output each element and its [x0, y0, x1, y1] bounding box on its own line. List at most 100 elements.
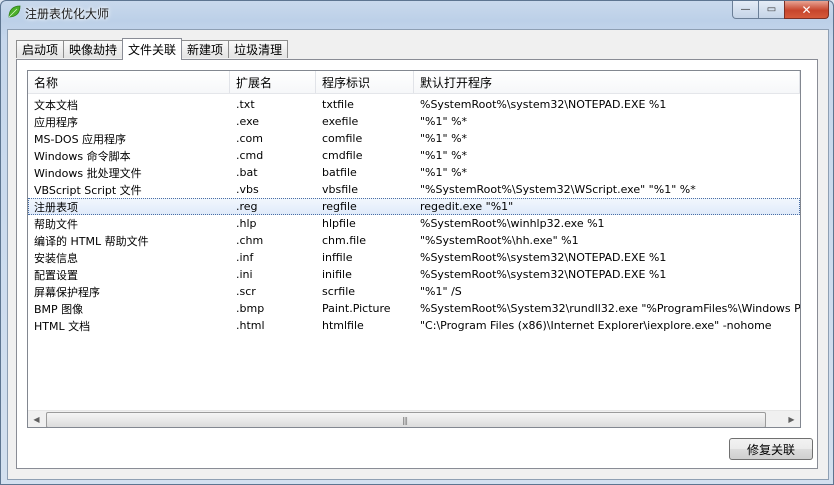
table-row[interactable]: 应用程序 .exe exefile "%1" %*: [28, 113, 800, 130]
scroll-right-button[interactable]: ▶: [783, 411, 800, 427]
cell-default-program: %SystemRoot%\winhlp32.exe %1: [420, 217, 605, 230]
table-row[interactable]: Windows 批处理文件 .bat batfile "%1" %*: [28, 164, 800, 181]
column-header-name[interactable]: 名称: [28, 71, 230, 93]
minimize-button[interactable]: —: [732, 1, 759, 19]
cell-name: BMP 图像: [34, 302, 84, 316]
scroll-left-button[interactable]: ◀: [28, 411, 45, 427]
cell-extension: .com: [236, 132, 263, 145]
scrollbar-thumb[interactable]: |||: [46, 412, 766, 427]
table-row[interactable]: 帮助文件 .hlp hlpfile %SystemRoot%\winhlp32.exe…: [28, 215, 800, 232]
cell-name: MS-DOS 应用程序: [34, 132, 127, 146]
cell-extension: .cmd: [236, 149, 264, 162]
column-header-progid[interactable]: 程序标识: [316, 71, 414, 93]
table-row[interactable]: 配置设置 .ini inifile %SystemRoot%\system32\NOT…: [28, 266, 800, 283]
tab-file-association[interactable]: 文件关联: [122, 38, 183, 60]
cell-progid: scrfile: [322, 285, 356, 298]
cell-default-program: "%1" %*: [420, 132, 468, 145]
minimize-icon: —: [740, 4, 751, 15]
table-row[interactable]: 编译的 HTML 帮助文件 .chm chm.file "%SystemRoot%\h…: [28, 232, 800, 249]
cell-extension: .inf: [236, 251, 254, 264]
cell-progid: vbsfile: [322, 183, 358, 196]
cell-extension: .vbs: [236, 183, 259, 196]
tab-image-hijack[interactable]: 映像劫持: [63, 40, 124, 58]
cell-progid: Paint.Picture: [322, 302, 391, 315]
list-header: 名称 扩展名 程序标识 默认打开程序: [28, 71, 800, 94]
tab-startup[interactable]: 启动项: [16, 40, 65, 58]
horizontal-scrollbar[interactable]: ◀ ||| ▶: [28, 410, 800, 427]
cell-progid: hlpfile: [322, 217, 356, 230]
table-row[interactable]: 安装信息 .inf inffile %SystemRoot%\system32\NOT…: [28, 249, 800, 266]
cell-progid: chm.file: [322, 234, 366, 247]
cell-extension: .txt: [236, 98, 255, 111]
cell-name: 安装信息: [34, 251, 78, 265]
leaf-icon: [8, 5, 21, 18]
table-row[interactable]: 屏幕保护程序 .scr scrfile "%1" /S: [28, 283, 800, 300]
cell-name: HTML 文档: [34, 319, 91, 333]
arrow-left-icon: ◀: [33, 415, 40, 424]
table-row[interactable]: 注册表项 .reg regfile regedit.exe "%1": [28, 198, 800, 215]
cell-extension: .ini: [236, 268, 253, 281]
app-window: 注册表优化大师 — ▭ ✕ 启动项 映像劫持 文件关联 新建项 垃圾清理 名称 …: [0, 0, 834, 485]
cell-default-program: "C:\Program Files (x86)\Internet Explore…: [420, 319, 772, 332]
cell-progid: regfile: [322, 200, 357, 213]
cell-default-program: "%SystemRoot%\System32\WScript.exe" "%1"…: [420, 183, 696, 196]
arrow-right-icon: ▶: [788, 415, 795, 424]
cell-default-program: %SystemRoot%\system32\NOTEPAD.EXE %1: [420, 98, 667, 111]
cell-extension: .html: [236, 319, 265, 332]
title-bar[interactable]: 注册表优化大师 — ▭ ✕: [1, 1, 833, 25]
list-rows: 文本文档 .txt txtfile %SystemRoot%\system32\NOT…: [28, 96, 800, 334]
cell-progid: htmlfile: [322, 319, 364, 332]
table-row[interactable]: BMP 图像 .bmp Paint.Picture %SystemRoot%\Syst…: [28, 300, 800, 317]
table-row[interactable]: 文本文档 .txt txtfile %SystemRoot%\system32\NOT…: [28, 96, 800, 113]
cell-default-program: "%1" %*: [420, 149, 468, 162]
grip-icon: |||: [402, 416, 408, 425]
cell-default-program: "%1" /S: [420, 285, 462, 298]
cell-name: Windows 命令脚本: [34, 149, 131, 163]
cell-name: 编译的 HTML 帮助文件: [34, 234, 149, 248]
window-title: 注册表优化大师: [25, 7, 110, 21]
cell-extension: .bmp: [236, 302, 265, 315]
cell-name: 注册表项: [34, 200, 78, 214]
table-row[interactable]: Windows 命令脚本 .cmd cmdfile "%1" %*: [28, 147, 800, 164]
tab-new-item[interactable]: 新建项: [181, 40, 230, 58]
tab-junk-cleanup[interactable]: 垃圾清理: [228, 40, 289, 58]
cell-progid: cmdfile: [322, 149, 363, 162]
cell-progid: inifile: [322, 268, 352, 281]
cell-progid: exefile: [322, 115, 359, 128]
cell-extension: .bat: [236, 166, 258, 179]
table-row[interactable]: HTML 文档 .html htmlfile "C:\Program Files (x…: [28, 317, 800, 334]
cell-default-program: "%SystemRoot%\hh.exe" %1: [420, 234, 579, 247]
cell-extension: .chm: [236, 234, 264, 247]
file-association-list[interactable]: 名称 扩展名 程序标识 默认打开程序 文本文档 .txt txtfile %Syste…: [27, 70, 801, 428]
cell-default-program: %SystemRoot%\system32\NOTEPAD.EXE %1: [420, 268, 667, 281]
cell-progid: txtfile: [322, 98, 354, 111]
cell-extension: .reg: [236, 200, 258, 213]
cell-name: VBScript Script 文件: [34, 183, 142, 197]
cell-default-program: "%1" %*: [420, 166, 468, 179]
cell-default-program: "%1" %*: [420, 115, 468, 128]
cell-extension: .exe: [236, 115, 260, 128]
table-row[interactable]: VBScript Script 文件 .vbs vbsfile "%SystemRoo…: [28, 181, 800, 198]
maximize-button[interactable]: ▭: [758, 1, 785, 19]
maximize-icon: ▭: [766, 4, 777, 15]
cell-name: 配置设置: [34, 268, 78, 282]
cell-extension: .scr: [236, 285, 256, 298]
client-area: 启动项 映像劫持 文件关联 新建项 垃圾清理 名称 扩展名 程序标识 默认打开程…: [7, 29, 829, 480]
column-header-extension[interactable]: 扩展名: [230, 71, 316, 93]
table-row[interactable]: MS-DOS 应用程序 .com comfile "%1" %*: [28, 130, 800, 147]
cell-progid: comfile: [322, 132, 363, 145]
cell-extension: .hlp: [236, 217, 257, 230]
cell-name: Windows 批处理文件: [34, 166, 142, 180]
repair-association-button[interactable]: 修复关联: [729, 438, 813, 460]
close-button[interactable]: ✕: [784, 1, 829, 19]
cell-progid: inffile: [322, 251, 353, 264]
cell-default-program: %SystemRoot%\system32\NOTEPAD.EXE %1: [420, 251, 667, 264]
tab-panel: 名称 扩展名 程序标识 默认打开程序 文本文档 .txt txtfile %Syste…: [16, 59, 818, 469]
cell-default-program: regedit.exe "%1": [420, 200, 514, 213]
column-header-default-program[interactable]: 默认打开程序: [414, 71, 800, 93]
cell-name: 文本文档: [34, 98, 78, 112]
close-icon: ✕: [801, 2, 812, 17]
cell-name: 帮助文件: [34, 217, 78, 231]
cell-name: 应用程序: [34, 115, 78, 129]
cell-progid: batfile: [322, 166, 357, 179]
